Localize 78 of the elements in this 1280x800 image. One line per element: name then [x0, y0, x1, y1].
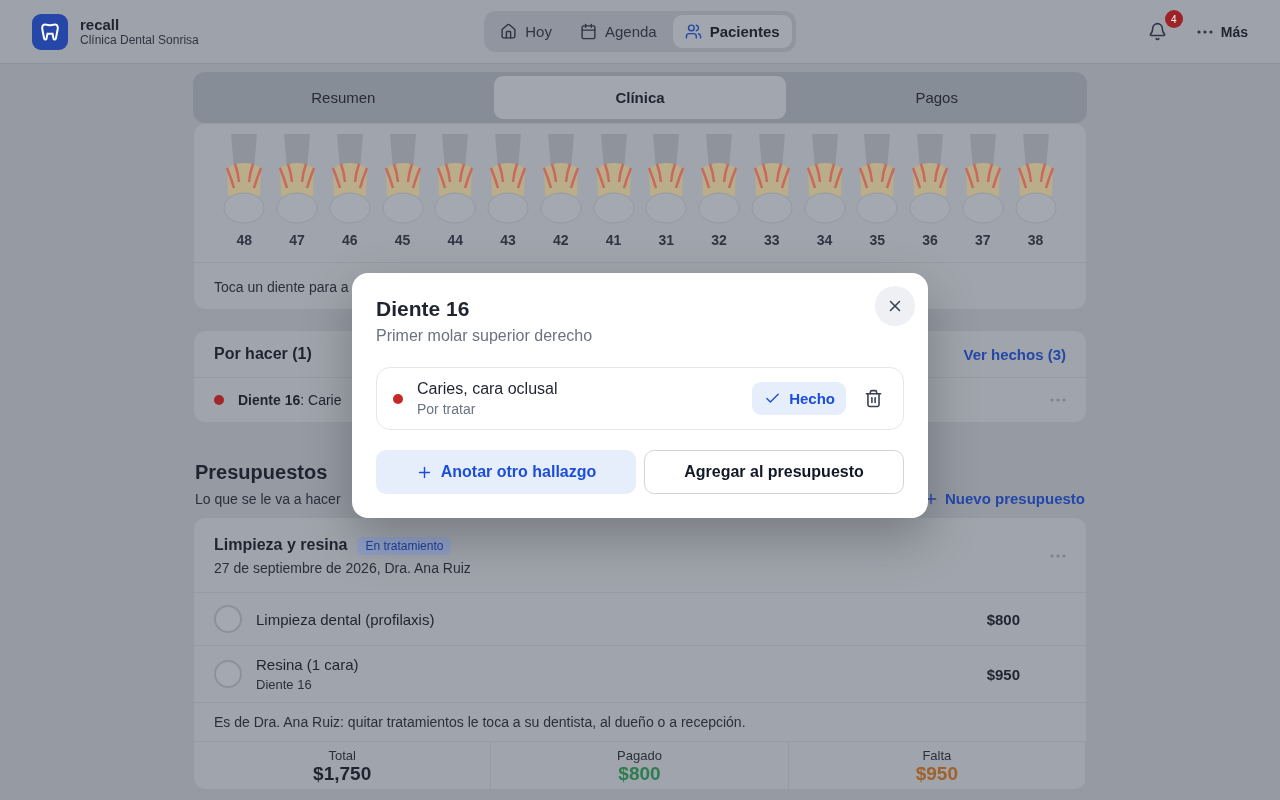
total-value: $950 — [915, 763, 958, 785]
tooth-number: 42 — [553, 232, 569, 248]
done-link[interactable]: Ver hechos (3) — [963, 345, 1066, 363]
home-icon — [500, 23, 518, 40]
calendar-icon — [579, 23, 597, 40]
section-tab[interactable]: Resumen — [197, 76, 490, 119]
treatment-detail: Diente 16 — [256, 677, 313, 692]
treatment-name: Limpieza dental (profilaxis) — [256, 610, 435, 628]
tooth-drawing[interactable] — [591, 134, 636, 224]
budget-note: Es de Dra. Ana Ruiz: quitar tratamientos le toca a su dentista, al dueño o a recepción. — [194, 702, 1086, 741]
tooth-drawing[interactable] — [380, 134, 425, 224]
tooth-drawing[interactable] — [644, 134, 689, 224]
close-button[interactable] — [875, 286, 915, 326]
tooth-number: 33 — [764, 232, 780, 248]
tooth-drawing[interactable] — [960, 134, 1005, 224]
tooth-drawing[interactable] — [802, 134, 847, 224]
tooth-logo-icon — [32, 13, 68, 50]
done-button[interactable]: Hecho — [752, 382, 846, 415]
total-label: Falta — [922, 748, 952, 763]
tooth-drawing[interactable] — [433, 134, 478, 224]
todo-title: Por hacer (1) — [214, 345, 312, 363]
total-label: Total — [328, 748, 356, 763]
tooth-drawing[interactable] — [908, 134, 953, 224]
tooth-number: 36 — [922, 232, 938, 248]
more-button[interactable]: Más — [1196, 23, 1248, 40]
finding-name: Caries, cara oclusal — [417, 380, 558, 398]
tooth-number: 34 — [816, 232, 833, 248]
clinic-name: Clínica Dental Sonrisa — [80, 33, 199, 47]
budget-meta: 27 de septiembre de 2026, Dra. Ana Ruiz — [214, 560, 471, 576]
tooth-number: 41 — [605, 232, 622, 248]
tooth-number: 45 — [394, 232, 411, 248]
total-value: $1,750 — [313, 763, 372, 785]
tooth-number: 31 — [658, 232, 675, 248]
tooth-number: 38 — [1027, 232, 1044, 248]
budget-title: Limpieza y resina — [214, 536, 348, 553]
notifications-button[interactable] — [1147, 22, 1167, 41]
total-label: Pagado — [617, 748, 662, 763]
add-finding-button[interactable]: Anotar otro hallazgo — [376, 450, 636, 494]
status-tag: En tratamiento — [357, 537, 452, 555]
treatment-price: $800 — [986, 610, 1020, 628]
tooth-drawing[interactable] — [855, 134, 900, 224]
tooth-number: 44 — [447, 232, 464, 248]
app-name: recall — [80, 16, 121, 33]
new-budget-button[interactable]: Nuevo presupuesto — [922, 490, 1085, 507]
nav-tab[interactable]: Hoy — [488, 15, 564, 48]
tooth-number: 32 — [711, 232, 727, 248]
ellipsis-icon[interactable] — [1196, 29, 1213, 34]
bell-icon — [1147, 22, 1167, 41]
section-subtitle: Lo que se le va a hacer — [195, 490, 341, 507]
trash-icon — [864, 389, 883, 408]
tooth-drawing[interactable] — [222, 134, 267, 224]
tooth-drawing[interactable] — [538, 134, 583, 224]
todo-item[interactable]: Diente 16: Carie — [238, 392, 342, 408]
tooth-drawing[interactable] — [327, 134, 372, 224]
tooth-drawing[interactable] — [697, 134, 742, 224]
finding-status: Por tratar — [417, 401, 477, 417]
nav-tab[interactable]: Agenda — [567, 15, 669, 48]
tooth-number: 37 — [975, 232, 991, 248]
dialog-subtitle: Primer molar superior derecho — [376, 327, 593, 345]
treatment-name: Resina (1 cara) — [256, 656, 359, 673]
tooth-drawing[interactable] — [486, 134, 531, 224]
total-value: $800 — [618, 763, 661, 785]
tooth-number: 46 — [342, 232, 358, 248]
tooth-number: 35 — [869, 232, 886, 248]
section-title: Presupuestos — [195, 461, 328, 484]
add-to-budget-button[interactable]: Agregar al presupuesto — [644, 450, 904, 494]
tooth-number: 47 — [289, 232, 305, 248]
people-icon — [684, 23, 702, 40]
treatment-price: $950 — [986, 665, 1020, 683]
notification-count: 4 — [1164, 10, 1183, 28]
section-tab[interactable]: Clínica — [493, 76, 787, 119]
tooth-number: 43 — [500, 232, 516, 248]
section-tab[interactable]: Pagos — [790, 76, 1083, 119]
nav-tab[interactable]: Pacientes — [672, 15, 792, 48]
tooth-drawing[interactable] — [275, 134, 320, 224]
tooth-drawing[interactable] — [749, 134, 794, 224]
tooth-number: 48 — [236, 232, 253, 248]
tooth-drawing[interactable] — [1013, 134, 1058, 224]
